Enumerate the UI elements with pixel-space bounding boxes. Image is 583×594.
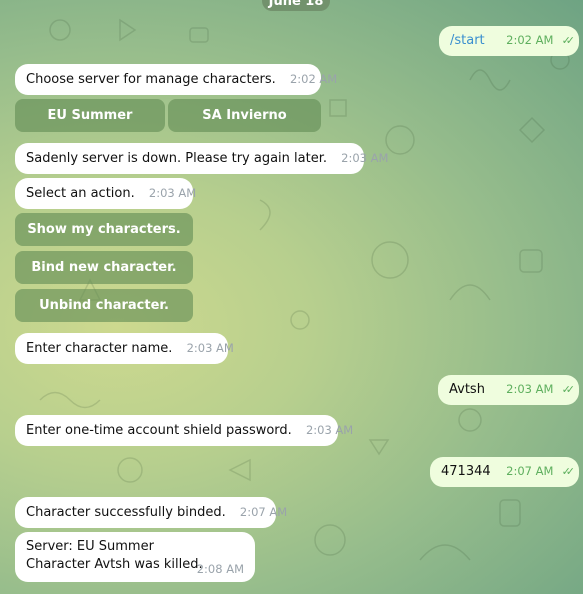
inline-button-eu-summer[interactable]: EU Summer xyxy=(15,99,165,132)
message-time: 2:03 AM xyxy=(148,186,197,200)
message-time: 2:07 AM xyxy=(506,464,554,478)
message-time: 2:03 AM xyxy=(186,341,234,355)
inline-button-unbind-character[interactable]: Unbind character. xyxy=(15,289,193,322)
message-text-line: Server: EU Summer xyxy=(26,539,154,554)
message-time: 2:03 AM xyxy=(341,151,389,165)
message-time: 2:03 AM xyxy=(506,382,554,396)
message-incoming: Sadenly server is down. Please try again… xyxy=(15,143,388,174)
message-incoming: Choose server for manage characters. 2:0… xyxy=(15,64,337,95)
message-text: Enter character name. xyxy=(26,341,173,356)
message-text: Avtsh xyxy=(449,382,485,397)
message-time: 2:02 AM xyxy=(506,33,554,47)
message-incoming: Enter one-time account shield password. … xyxy=(15,415,353,446)
message-outgoing: /start 2:02 AM ✓✓ xyxy=(439,26,579,56)
message-outgoing: 471344 2:07 AM ✓✓ xyxy=(430,457,579,487)
message-text: Character successfully binded. xyxy=(26,505,226,520)
message-time: 2:03 AM xyxy=(305,423,354,437)
message-text: 471344 xyxy=(441,464,491,479)
message-time: 2:07 AM xyxy=(239,505,288,519)
message-incoming: Select an action. 2:03 AM xyxy=(15,178,197,209)
message-text: Select an action. xyxy=(26,186,135,201)
inline-button-show-characters[interactable]: Show my characters. xyxy=(15,213,193,246)
read-checkmarks-icon: ✓✓ xyxy=(561,465,576,478)
read-checkmarks-icon: ✓✓ xyxy=(561,34,576,47)
message-time: 2:02 AM xyxy=(289,72,338,86)
message-text: Enter one-time account shield password. xyxy=(26,423,292,438)
inline-button-sa-invierno[interactable]: SA Invierno xyxy=(168,99,321,132)
inline-button-bind-character[interactable]: Bind new character. xyxy=(15,251,193,284)
read-checkmarks-icon: ✓✓ xyxy=(561,383,576,396)
date-separator: June 18 xyxy=(262,0,330,11)
message-outgoing: Avtsh 2:03 AM ✓✓ xyxy=(438,375,579,405)
bot-command-link[interactable]: /start xyxy=(450,33,485,48)
message-incoming: Enter character name. 2:03 AM xyxy=(15,333,234,364)
message-text: Sadenly server is down. Please try again… xyxy=(26,151,327,166)
message-text: Choose server for manage characters. xyxy=(26,72,276,87)
message-incoming: Server: EU Summer Character Avtsh was ki… xyxy=(15,532,255,582)
message-time: 2:08 AM xyxy=(196,562,244,576)
message-incoming: Character successfully binded. 2:07 AM xyxy=(15,497,287,528)
